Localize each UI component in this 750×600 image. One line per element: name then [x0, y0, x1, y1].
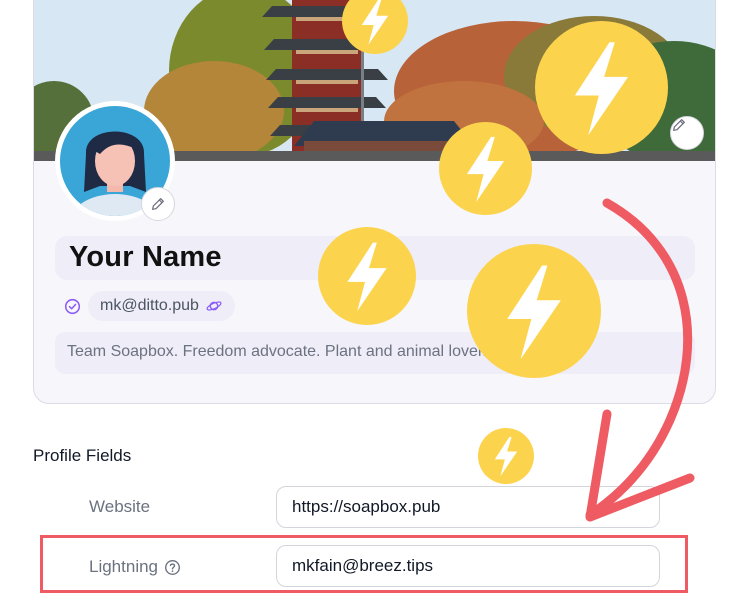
planet-icon	[206, 301, 222, 311]
nip05-field[interactable]: mk@ditto.pub	[88, 291, 235, 321]
lightning-label: Lightning	[89, 557, 181, 577]
lightning-bolt-icon	[478, 428, 534, 484]
banner-edit-button[interactable]	[670, 116, 704, 150]
display-name-input[interactable]: Your Name	[55, 236, 695, 280]
profile-fields-title: Profile Fields	[33, 446, 132, 465]
question-circle-icon[interactable]	[164, 559, 181, 576]
lightning-input[interactable]: mkfain@breez.tips	[276, 545, 660, 587]
website-label-text: Website	[89, 497, 151, 516]
lightning-label-text: Lightning	[89, 557, 159, 576]
avatar-edit-button[interactable]	[141, 187, 175, 221]
nip05-value: mk@ditto.pub	[100, 297, 199, 314]
pencil-icon	[152, 198, 164, 210]
pencil-icon	[673, 119, 685, 131]
website-label: Website	[89, 497, 150, 517]
check-circle-icon	[64, 298, 81, 315]
website-input[interactable]: https://soapbox.pub	[276, 486, 660, 528]
bio-input[interactable]: Team Soapbox. Freedom advocate. Plant an…	[55, 332, 695, 374]
